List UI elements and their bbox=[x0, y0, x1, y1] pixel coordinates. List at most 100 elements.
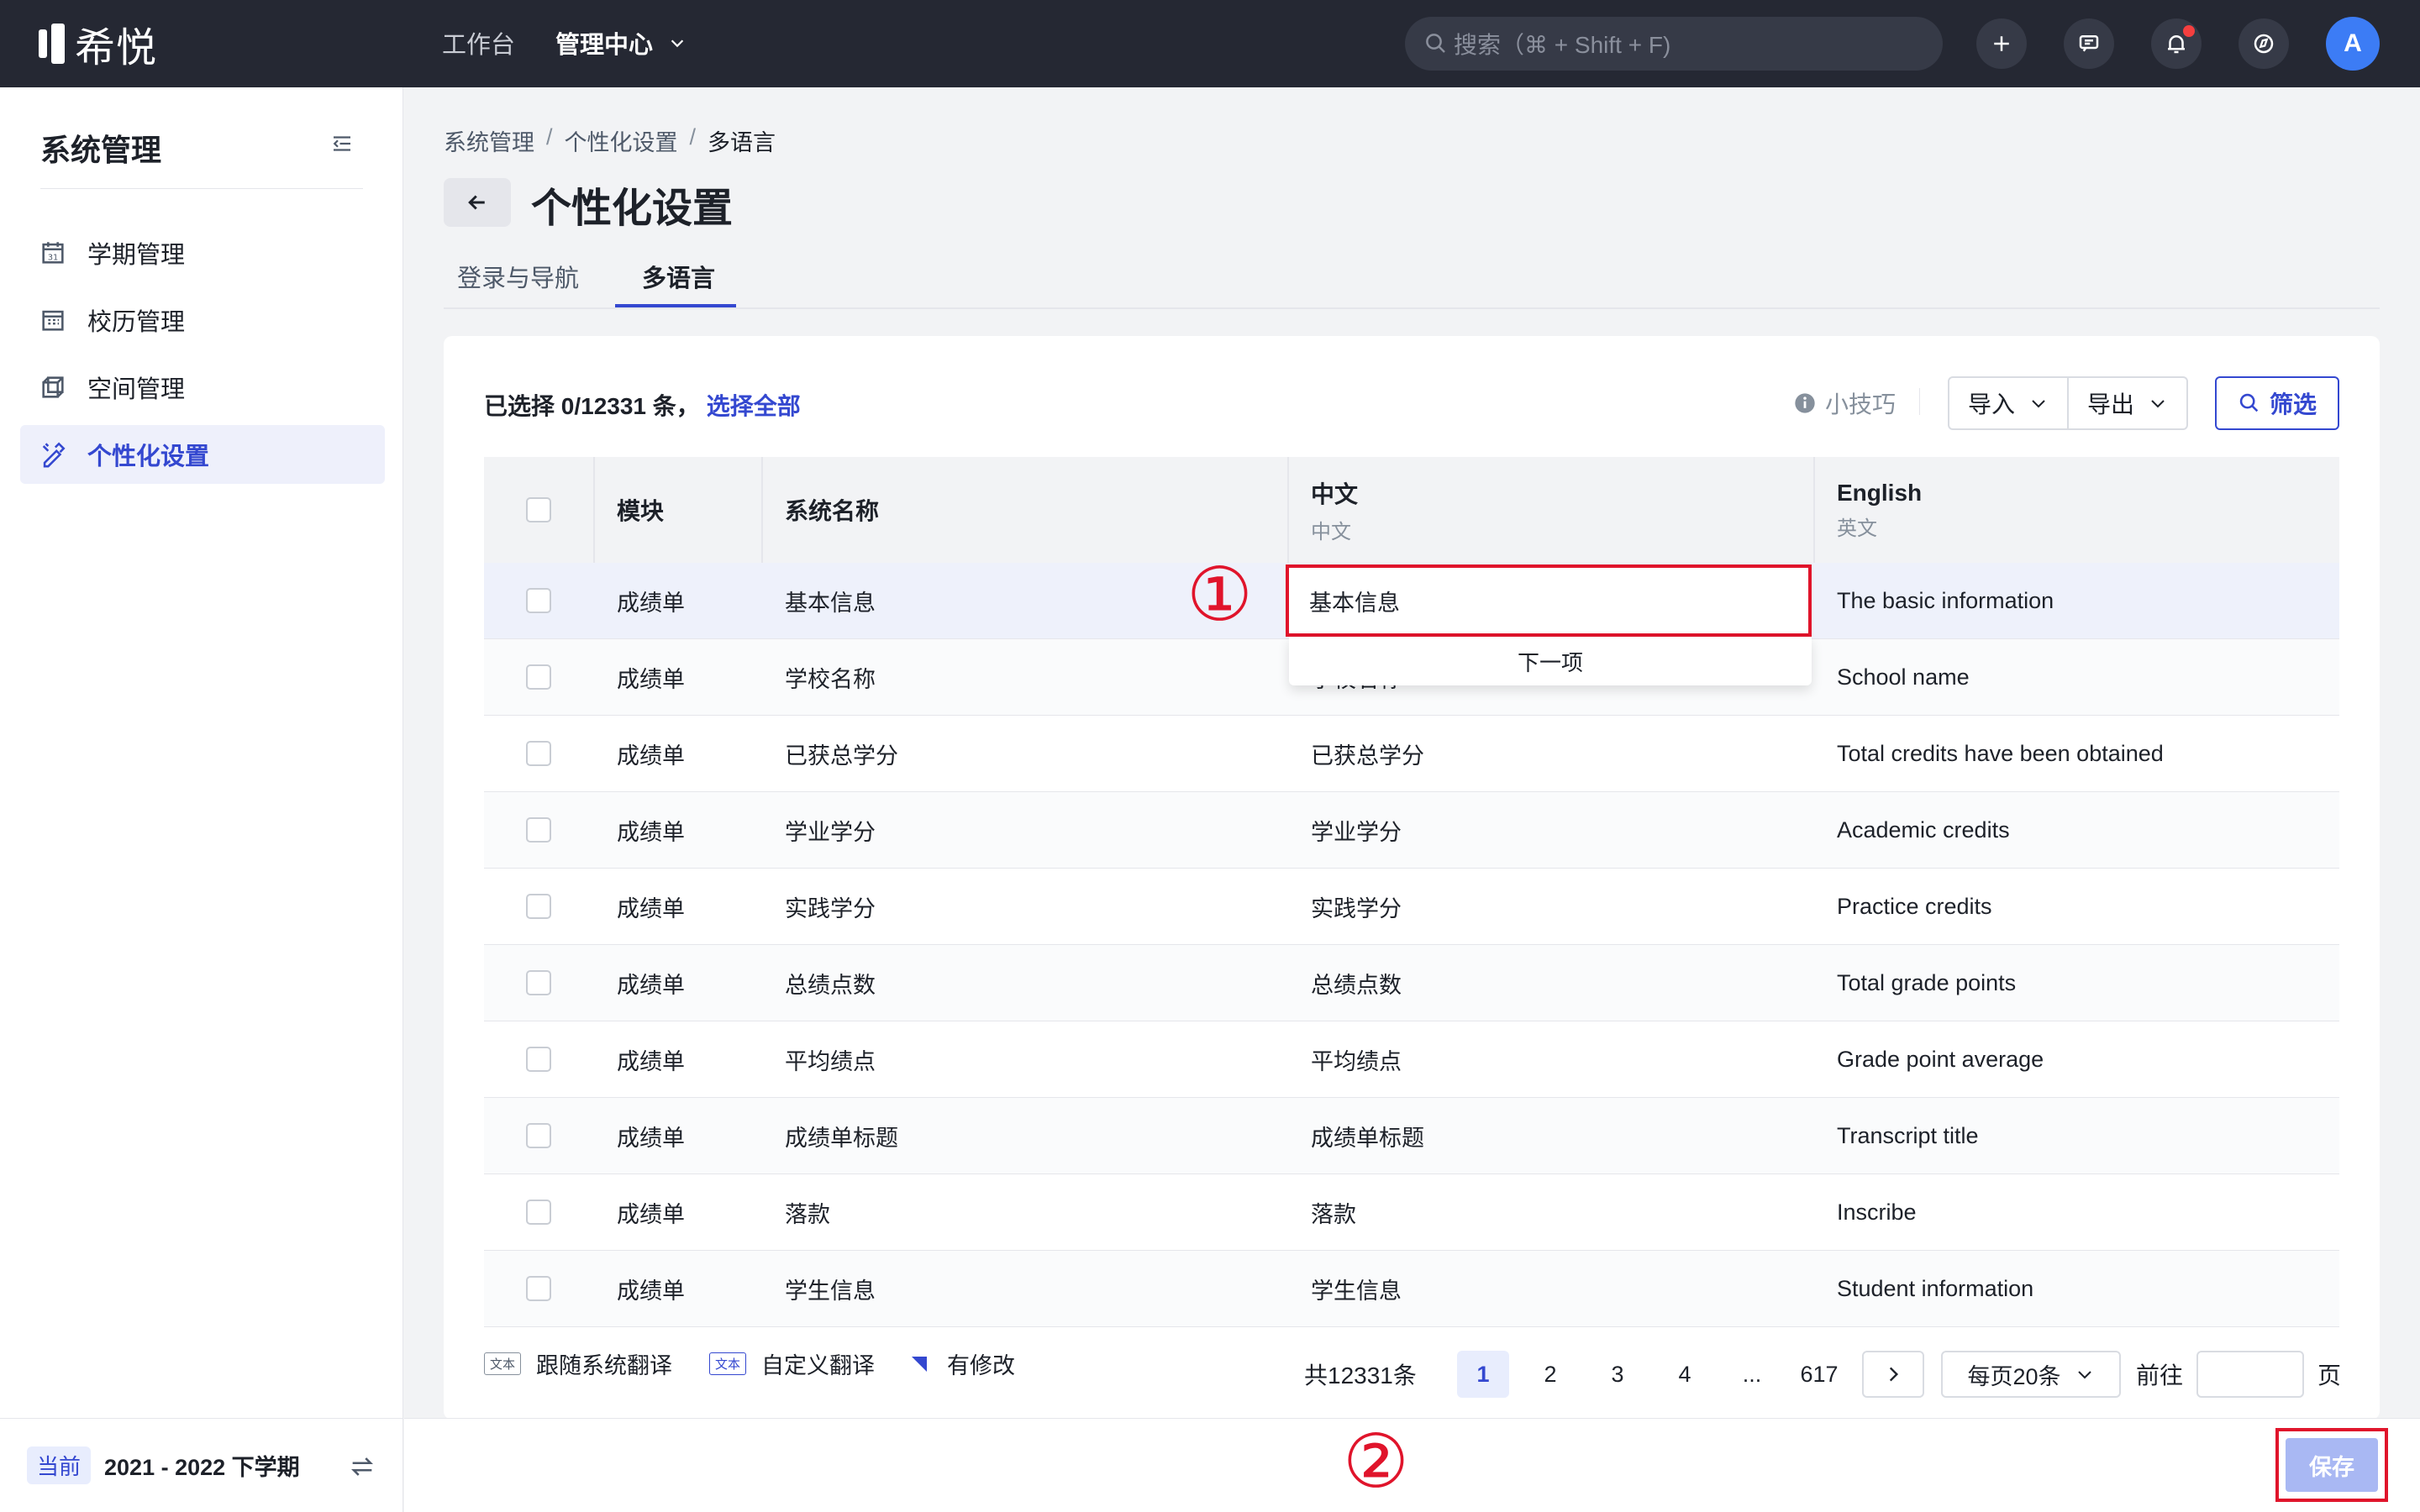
table-row[interactable]: 成绩单 已获总学分 已获总学分 Total credits have been obt… bbox=[484, 716, 2339, 792]
collapse-sidebar-icon[interactable] bbox=[329, 131, 355, 156]
current-term-badge: 当前 bbox=[27, 1446, 92, 1484]
nav-admin-center[interactable]: 管理中心 bbox=[555, 25, 687, 60]
export-button[interactable]: 导出 bbox=[2067, 378, 2186, 428]
cell-english[interactable]: Grade point average bbox=[1815, 1021, 2044, 1097]
save-button[interactable]: 保存 bbox=[2286, 1438, 2378, 1492]
cell-chinese[interactable]: 成绩单标题 bbox=[1289, 1098, 1424, 1173]
select-all-checkbox[interactable] bbox=[526, 497, 551, 522]
row-checkbox[interactable] bbox=[526, 970, 551, 995]
cell-english[interactable]: Inscribe bbox=[1815, 1174, 1917, 1250]
column-header-english: English 英文 bbox=[1815, 457, 1922, 563]
sidebar-item-school-calendar[interactable]: 校历管理 bbox=[20, 291, 385, 349]
cell-chinese[interactable]: 已获总学分 bbox=[1289, 716, 1424, 791]
breadcrumb-item[interactable]: 个性化设置 bbox=[565, 124, 678, 157]
import-button[interactable]: 导入 bbox=[1949, 378, 2067, 428]
table-row[interactable]: 成绩单 学业学分 学业学分 Academic credits bbox=[484, 792, 2339, 869]
row-checkbox[interactable] bbox=[526, 741, 551, 766]
cell-english[interactable]: The basic information bbox=[1815, 563, 2054, 638]
compass-icon bbox=[2254, 34, 2274, 54]
row-checkbox[interactable] bbox=[526, 588, 551, 613]
row-checkbox[interactable] bbox=[526, 1200, 551, 1225]
breadcrumb: 系统管理 / 个性化设置 / 多语言 bbox=[444, 124, 776, 157]
row-checkbox[interactable] bbox=[526, 1276, 551, 1301]
cell-chinese[interactable]: 学业学分 bbox=[1289, 792, 1402, 868]
cell-english[interactable]: School name bbox=[1815, 639, 1970, 715]
message-icon bbox=[2079, 35, 2099, 52]
select-all-link[interactable]: 选择全部 bbox=[707, 393, 801, 419]
swap-icon[interactable] bbox=[348, 1452, 376, 1481]
cell-chinese[interactable]: 实践学分 bbox=[1289, 869, 1402, 944]
row-checkbox[interactable] bbox=[526, 894, 551, 919]
table-row[interactable]: 成绩单 成绩单标题 成绩单标题 Transcript title bbox=[484, 1098, 2339, 1174]
row-checkbox[interactable] bbox=[526, 817, 551, 843]
term-selector[interactable]: 当前 2021 - 2022 下学期 bbox=[0, 1418, 403, 1512]
app-logo[interactable]: 希悦 bbox=[39, 22, 157, 71]
page-title: 个性化设置 bbox=[531, 186, 734, 231]
table-row[interactable]: 成绩单 实践学分 实践学分 Practice credits bbox=[484, 869, 2339, 945]
next-page-button[interactable] bbox=[1862, 1351, 1924, 1398]
chevron-down-icon bbox=[671, 39, 684, 48]
back-button[interactable] bbox=[444, 178, 511, 227]
cell-chinese[interactable]: 平均绩点 bbox=[1289, 1021, 1402, 1097]
page-number[interactable]: 617 bbox=[1793, 1351, 1845, 1398]
page-number[interactable]: 2 bbox=[1524, 1351, 1576, 1398]
cell-english[interactable]: Total credits have been obtained bbox=[1815, 716, 2164, 791]
user-avatar[interactable]: A bbox=[2326, 17, 2380, 71]
column-header-system-name: 系统名称 bbox=[785, 498, 880, 524]
tab-multilanguage[interactable]: 多语言 bbox=[642, 254, 715, 309]
cell-chinese[interactable]: 落款 bbox=[1289, 1174, 1356, 1250]
sidebar-item-label: 学期管理 bbox=[87, 242, 186, 269]
table-row[interactable]: 成绩单 落款 落款 Inscribe bbox=[484, 1174, 2339, 1251]
sidebar-item-space-management[interactable]: 空间管理 bbox=[20, 358, 385, 417]
brush-icon bbox=[42, 442, 66, 468]
cell-chinese[interactable]: 学生信息 bbox=[1289, 1251, 1402, 1326]
add-button[interactable] bbox=[1976, 18, 2027, 69]
cell-english[interactable]: Academic credits bbox=[1815, 792, 2010, 868]
sidebar-item-term-management[interactable]: 31 学期管理 bbox=[20, 223, 385, 282]
cell-english[interactable]: Transcript title bbox=[1815, 1098, 1979, 1173]
tab-login-navigation[interactable]: 登录与导航 bbox=[457, 254, 579, 309]
table-row[interactable]: 成绩单 总绩点数 总绩点数 Total grade points bbox=[484, 945, 2339, 1021]
tips-link[interactable]: 小技巧 bbox=[1793, 386, 1896, 420]
page-number[interactable]: 3 bbox=[1591, 1351, 1644, 1398]
next-item-option[interactable]: 下一项 bbox=[1289, 637, 1812, 685]
row-checkbox[interactable] bbox=[526, 664, 551, 690]
notifications-button[interactable] bbox=[2151, 18, 2202, 69]
column-header-module: 模块 bbox=[617, 498, 665, 524]
page-ellipsis[interactable]: ... bbox=[1726, 1351, 1778, 1398]
breadcrumb-item[interactable]: 系统管理 bbox=[444, 124, 534, 157]
goto-page-input[interactable] bbox=[2196, 1351, 2304, 1398]
cell-module: 成绩单 bbox=[617, 895, 685, 921]
tips-label: 小技巧 bbox=[1825, 391, 1897, 417]
table-row[interactable]: 成绩单 平均绩点 平均绩点 Grade point average bbox=[484, 1021, 2339, 1098]
column-header-chinese-title: 中文 bbox=[1311, 480, 1359, 507]
help-button[interactable] bbox=[2238, 18, 2289, 69]
table-row[interactable]: 成绩单 学生信息 学生信息 Student information bbox=[484, 1251, 2339, 1327]
cell-system-name: 基本信息 bbox=[785, 590, 876, 616]
sidebar-item-label: 校历管理 bbox=[87, 309, 186, 336]
plus-icon bbox=[1994, 36, 2009, 51]
global-search[interactable]: 搜索（⌘ + Shift + F) bbox=[1405, 17, 1943, 71]
cell-chinese[interactable]: 总绩点数 bbox=[1289, 945, 1402, 1021]
nav-admin-center-label: 管理中心 bbox=[555, 32, 654, 59]
annotation-marker-2: ② bbox=[1343, 1418, 1409, 1504]
sidebar-item-personalization[interactable]: 个性化设置 bbox=[20, 425, 385, 484]
page-number[interactable]: 1 bbox=[1457, 1351, 1509, 1398]
footer-bar bbox=[404, 1418, 2420, 1512]
sidebar-divider bbox=[40, 188, 363, 189]
row-checkbox[interactable] bbox=[526, 1047, 551, 1072]
chinese-edit-input[interactable]: 基本信息 bbox=[1286, 564, 1812, 637]
nav-workbench[interactable]: 工作台 bbox=[442, 25, 515, 60]
cell-system-name: 落款 bbox=[785, 1201, 830, 1227]
cell-english[interactable]: Student information bbox=[1815, 1251, 2033, 1326]
cell-english[interactable]: Practice credits bbox=[1815, 869, 1992, 944]
page-size-select[interactable]: 每页20条 bbox=[1941, 1351, 2121, 1398]
language-card: 已选择 0/12331 条， 选择全部 小技巧 导入 导出 筛选 模块 系统名称 … bbox=[444, 336, 2380, 1420]
cell-english[interactable]: Total grade points bbox=[1815, 945, 2016, 1021]
filter-button[interactable]: 筛选 bbox=[2215, 376, 2339, 430]
messages-button[interactable] bbox=[2064, 18, 2114, 69]
row-checkbox[interactable] bbox=[526, 1123, 551, 1148]
page-number[interactable]: 4 bbox=[1659, 1351, 1711, 1398]
column-divider bbox=[761, 457, 763, 563]
cell-module: 成绩单 bbox=[617, 743, 685, 769]
